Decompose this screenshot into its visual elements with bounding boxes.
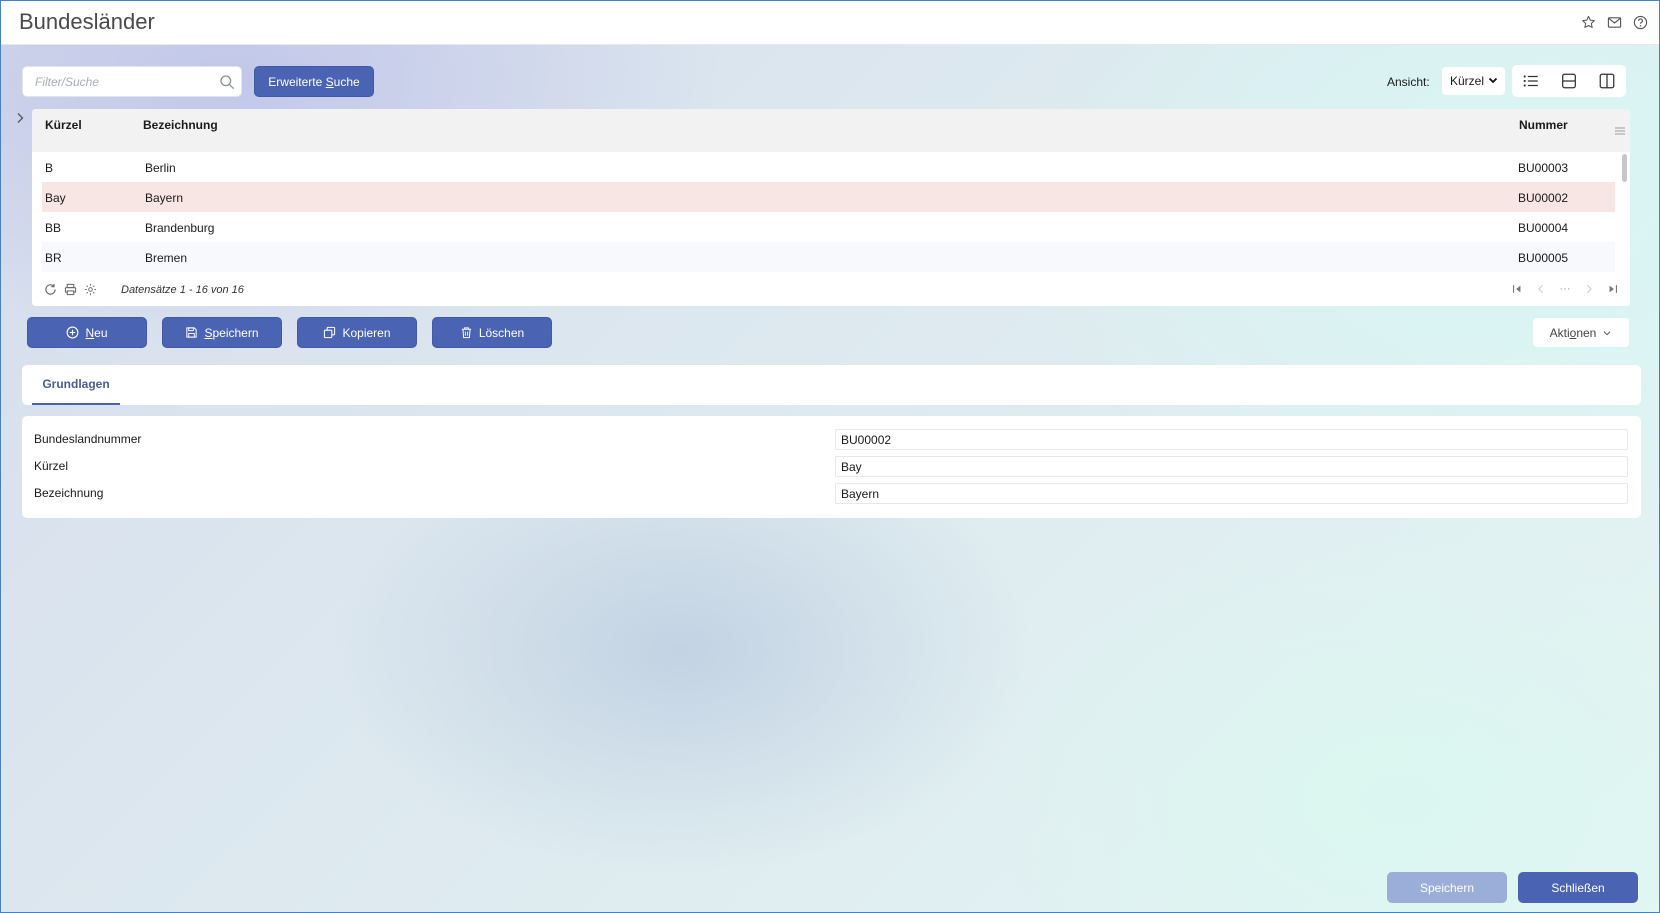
horizontal-split-icon[interactable] [1559,71,1579,91]
cell-bezeichnung: Bremen [145,251,188,265]
list-view-icon[interactable] [1521,71,1541,91]
cell-nummer: BU00005 [1518,251,1569,265]
plus-circle-icon [67,326,79,339]
chevron-down-icon [1604,330,1611,335]
form-row-kuerzel: Kürzel [22,456,1641,480]
search-icon[interactable] [219,74,235,90]
cell-kuerzel: Bay [45,191,66,205]
table-row[interactable]: BB Brandenburg BU00004 [42,212,1615,242]
save-button[interactable]: Speichern [162,317,282,348]
view-select-value: Kürzel [1450,74,1485,88]
print-icon[interactable] [63,282,77,296]
vertical-split-icon[interactable] [1597,71,1617,91]
cell-kuerzel: BR [45,251,62,265]
tab-bar: Grundlagen [22,365,1641,405]
kuerzel-field[interactable] [835,456,1628,477]
new-label: Neu [85,325,108,340]
column-header-nummer[interactable]: Nummer [1519,118,1568,132]
cell-kuerzel: B [45,161,54,175]
chevron-right-icon[interactable] [14,111,26,125]
view-select[interactable]: Kürzel [1442,67,1505,95]
delete-button[interactable]: Löschen [432,317,552,348]
column-header-bezeichnung[interactable]: Bezeichnung [143,118,218,132]
view-mode-group [1512,65,1626,97]
chevron-down-icon [1488,77,1498,84]
search-box [22,66,242,97]
table-row[interactable]: B Berlin BU00003 [42,152,1615,182]
close-button[interactable]: Schließen [1518,872,1638,903]
page-title: Bundesländer [19,9,155,34]
copy-button[interactable]: Kopieren [297,317,417,348]
form-row-bezeichnung: Bezeichnung [22,483,1641,507]
data-grid: Kürzel Bezeichnung Nummer B Berlin BU000… [32,109,1630,306]
column-header-kuerzel[interactable]: Kürzel [45,118,82,132]
bezeichnung-field[interactable] [835,483,1628,504]
actions-label: Aktionen [1549,325,1597,340]
pager: ··· [1510,282,1620,296]
form-row-bundeslandnummer: Bundeslandnummer [22,429,1641,453]
grid-body: B Berlin BU00003 Bay Bayern BU00002 BB B… [32,152,1630,272]
copy-icon [324,326,336,339]
bundeslandnummer-field[interactable] [835,429,1628,450]
help-icon[interactable] [1632,14,1649,31]
extended-search-label: Erweiterte Suche [268,74,360,89]
page-ellipsis[interactable]: ··· [1558,282,1572,296]
next-page-icon[interactable] [1582,282,1596,296]
actions-dropdown[interactable]: Aktionen [1533,318,1629,347]
first-page-icon[interactable] [1510,282,1524,296]
cell-nummer: BU00003 [1518,161,1569,175]
field-label: Bundeslandnummer [34,432,142,446]
cell-nummer: BU00002 [1518,191,1569,205]
footer-save-button[interactable]: Speichern [1387,872,1507,903]
settings-icon[interactable] [83,282,97,296]
cell-bezeichnung: Berlin [145,161,176,175]
field-label: Kürzel [34,459,69,473]
delete-label: Löschen [478,325,525,340]
title-icons [1580,14,1649,31]
cell-kuerzel: BB [45,221,62,235]
title-bar: Bundesländer [1,1,1659,45]
last-page-icon[interactable] [1606,282,1620,296]
grid-footer-icons [43,282,97,296]
grid-scrollbar[interactable] [1622,154,1627,182]
search-input[interactable] [35,75,205,89]
extended-search-button[interactable]: Erweiterte Suche [254,66,374,97]
field-label: Bezeichnung [34,486,104,500]
cell-nummer: BU00004 [1518,221,1569,235]
view-label: Ansicht: [1387,75,1430,89]
cell-bezeichnung: Bayern [145,191,184,205]
grid-footer: Datensätze 1 - 16 von 16 ··· [32,274,1630,304]
records-count: Datensätze 1 - 16 von 16 [121,284,244,296]
save-label: Speichern [204,325,259,340]
save-icon [186,327,198,338]
table-row[interactable]: BR Bremen BU00005 [42,242,1615,272]
mail-icon[interactable] [1606,14,1623,31]
table-row[interactable]: Bay Bayern BU00002 [42,182,1615,212]
prev-page-icon[interactable] [1534,282,1548,296]
trash-icon [461,327,471,339]
refresh-icon[interactable] [43,282,57,296]
detail-form: Bundeslandnummer Kürzel Bezeichnung [22,416,1641,518]
copy-label: Kopieren [342,325,391,340]
new-button[interactable]: Neu [27,317,147,348]
tab-grundlagen[interactable]: Grundlagen [32,365,120,405]
cell-bezeichnung: Brandenburg [145,221,215,235]
star-icon[interactable] [1580,14,1597,31]
column-menu-icon[interactable] [1614,125,1626,137]
grid-header: Kürzel Bezeichnung Nummer [32,109,1630,152]
